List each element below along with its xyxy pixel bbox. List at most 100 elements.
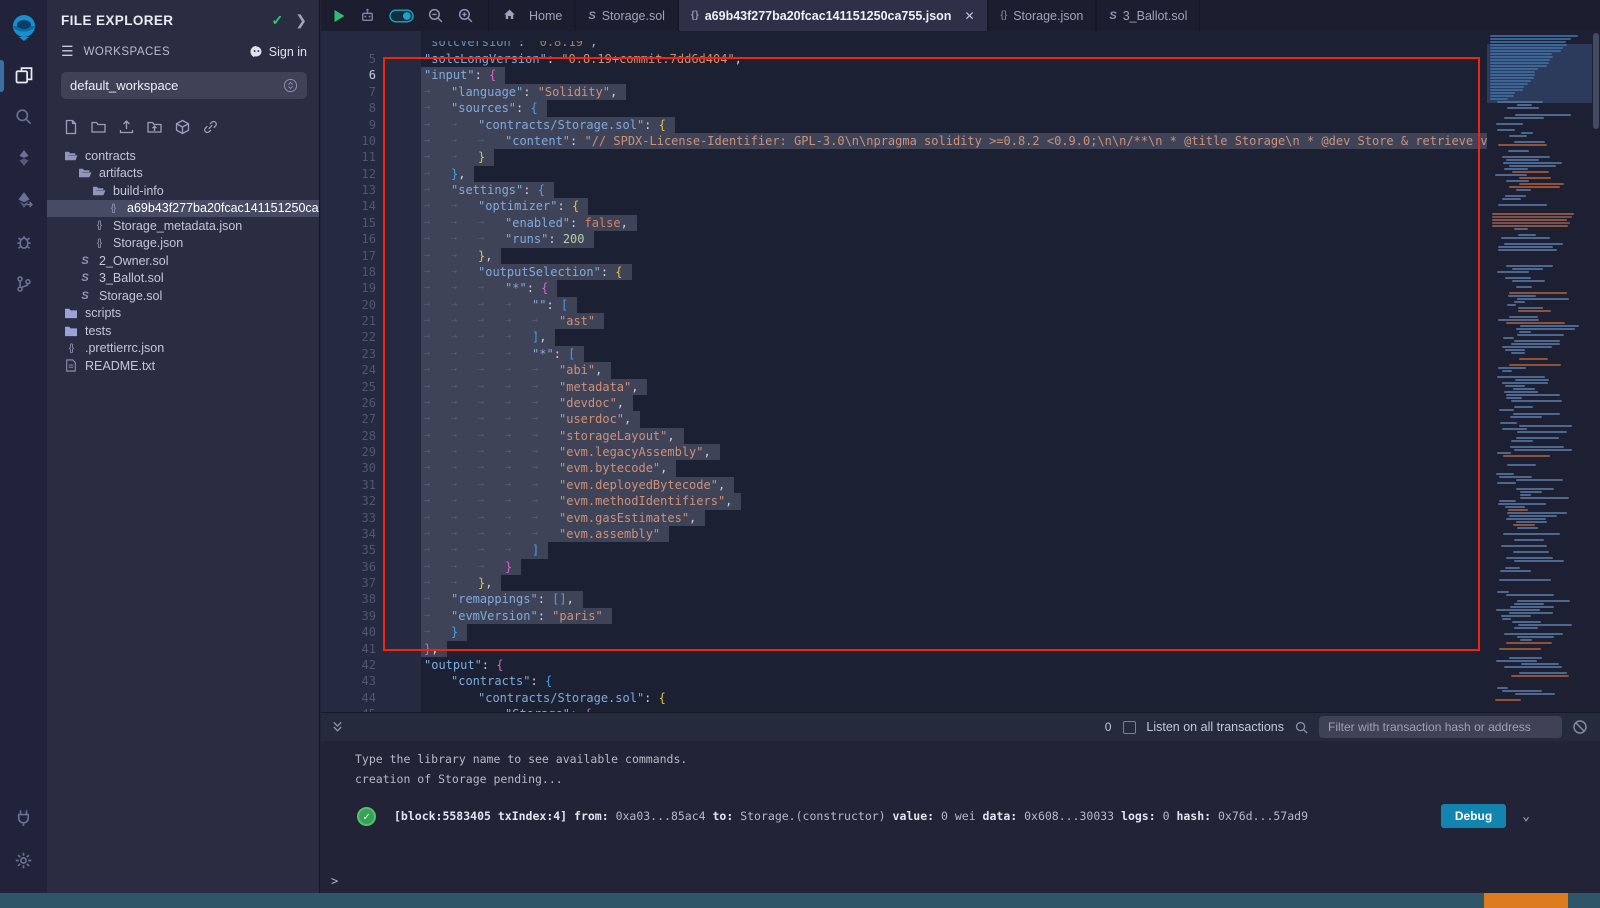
line-content: →→→"*": { [376, 280, 557, 296]
listen-all-checkbox[interactable] [1123, 721, 1136, 734]
code-line-27[interactable]: 27→→→→→"userdoc", [321, 411, 1600, 427]
code-line-40[interactable]: 40→} [321, 624, 1600, 640]
code-line-9[interactable]: 9→→"contracts/Storage.sol": { [321, 117, 1600, 133]
editor-scrollbar[interactable] [1592, 31, 1600, 712]
code-line-23[interactable]: 23→→→→"*": [ [321, 346, 1600, 362]
tab-storage-json[interactable]: {}Storage.json [988, 0, 1097, 31]
code-line-38[interactable]: 38→"remappings": [], [321, 591, 1600, 607]
code-line-35[interactable]: 35→→→→] [321, 542, 1600, 558]
expand-terminal-icon[interactable] [331, 720, 344, 734]
search-icon[interactable] [0, 99, 47, 133]
code-line-7[interactable]: 7→"language": "Solidity", [321, 84, 1600, 100]
file-explorer-icon[interactable] [0, 58, 47, 92]
tab-3-ballot-sol[interactable]: S3_Ballot.sol [1096, 0, 1200, 31]
zoom-out-icon[interactable] [427, 7, 444, 24]
code-line-16[interactable]: 16→→→"runs": 200 [321, 231, 1600, 247]
code-line-10[interactable]: 10→→→"content": "// SPDX-License-Identif… [321, 133, 1600, 149]
code-line-12[interactable]: 12→}, [321, 166, 1600, 182]
chevron-right-icon[interactable]: ❯ [295, 12, 307, 29]
tree-item-storage-metadata-json[interactable]: { }Storage_metadata.json [47, 217, 319, 235]
close-tab-icon[interactable]: ✕ [964, 9, 974, 23]
remix-ai-robot-icon[interactable] [359, 7, 376, 24]
transaction-row[interactable]: ✓ [block:5583405 txIndex:4] from: 0xa03.… [321, 804, 1600, 828]
code-line-43[interactable]: 43"contracts": { [321, 673, 1600, 689]
remix-logo-icon[interactable] [0, 10, 47, 44]
transaction-filter-input[interactable] [1319, 716, 1562, 738]
code-line-44[interactable]: 44"contracts/Storage.sol": { [321, 690, 1600, 706]
tree-item-tests[interactable]: tests [47, 322, 319, 340]
tree-item-readme-txt[interactable]: README.txt [47, 357, 319, 375]
tree-item-contracts[interactable]: contracts [47, 147, 319, 165]
code-line-34[interactable]: 34→→→→→"evm.assembly" [321, 526, 1600, 542]
clear-console-icon[interactable] [1572, 719, 1588, 735]
tree-item-artifacts[interactable]: artifacts [47, 165, 319, 183]
tab-home[interactable]: Home [488, 0, 575, 31]
new-file-icon[interactable] [63, 119, 79, 135]
code-line-22[interactable]: 22→→→→], [321, 329, 1600, 345]
minimap[interactable] [1487, 31, 1592, 712]
code-line-20[interactable]: 20→→→→"": [ [321, 297, 1600, 313]
debugger-icon[interactable] [0, 225, 47, 259]
code-line-21[interactable]: 21→→→→→"ast" [321, 313, 1600, 329]
code-line-19[interactable]: 19→→→"*": { [321, 280, 1600, 296]
tree-item-storage-json[interactable]: { }Storage.json [47, 235, 319, 253]
code-line-11[interactable]: 11→→} [321, 149, 1600, 165]
code-line-36[interactable]: 36→→→} [321, 559, 1600, 575]
code-line-24[interactable]: 24→→→→→"abi", [321, 362, 1600, 378]
tab-storage-sol[interactable]: SStorage.sol [575, 0, 678, 31]
code-line-30[interactable]: 30→→→→→"evm.bytecode", [321, 460, 1600, 476]
new-folder-icon[interactable] [90, 119, 107, 135]
scrollbar-thumb[interactable] [1593, 33, 1599, 129]
code-line-13[interactable]: 13→"settings": { [321, 182, 1600, 198]
code-line-25[interactable]: 25→→→→→"metadata", [321, 379, 1600, 395]
tree-item-a69b43f277ba20fcac141151250ca7-[interactable]: { }a69b43f277ba20fcac141151250ca7... [47, 200, 319, 218]
run-script-play-icon[interactable] [333, 9, 346, 23]
code-line-41[interactable]: 41}, [321, 641, 1600, 657]
cube-icon[interactable] [174, 119, 191, 135]
plugin-manager-icon[interactable] [0, 800, 47, 834]
code-lines[interactable]: "solcVersion": "0.8.19",5"solcLongVersio… [321, 41, 1600, 712]
code-line-4[interactable]: "solcVersion": "0.8.19", [321, 41, 1600, 51]
upload-file-icon[interactable] [118, 119, 135, 135]
tree-item--prettierrc-json[interactable]: { }.prettierrc.json [47, 340, 319, 358]
code-line-31[interactable]: 31→→→→→"evm.deployedBytecode", [321, 477, 1600, 493]
upload-folder-icon[interactable] [146, 119, 163, 135]
terminal-search-icon[interactable] [1294, 720, 1309, 735]
code-line-42[interactable]: 42"output": { [321, 657, 1600, 673]
sign-in-button[interactable]: Sign in [249, 45, 307, 59]
tree-item-3-ballot-sol[interactable]: S3_Ballot.sol [47, 270, 319, 288]
copilot-toggle[interactable] [389, 8, 414, 24]
code-line-18[interactable]: 18→→"outputSelection": { [321, 264, 1600, 280]
tree-item-build-info[interactable]: build-info [47, 182, 319, 200]
tree-item-2-owner-sol[interactable]: S2_Owner.sol [47, 252, 319, 270]
tree-item-scripts[interactable]: scripts [47, 305, 319, 323]
code-line-29[interactable]: 29→→→→→"evm.legacyAssembly", [321, 444, 1600, 460]
tab-a69b43f277ba20fcac141151250ca755-json[interactable]: {}a69b43f277ba20fcac141151250ca755.json✕ [678, 0, 988, 31]
tx-expand-chevron-icon[interactable]: ⌄ [1522, 809, 1530, 824]
code-line-14[interactable]: 14→→"optimizer": { [321, 198, 1600, 214]
debug-button[interactable]: Debug [1441, 804, 1506, 828]
solidity-compiler-icon[interactable] [0, 141, 47, 175]
link-icon[interactable] [202, 119, 219, 135]
deploy-and-run-icon[interactable] [0, 183, 47, 217]
code-line-5[interactable]: 5"solcLongVersion": "0.8.19+commit.7dd6d… [321, 51, 1600, 67]
code-line-6[interactable]: 6"input": { [321, 67, 1600, 83]
code-line-32[interactable]: 32→→→→→"evm.methodIdentifiers", [321, 493, 1600, 509]
code-line-8[interactable]: 8→"sources": { [321, 100, 1600, 116]
tab-whitespace-icon: → [451, 395, 478, 411]
code-line-17[interactable]: 17→→}, [321, 248, 1600, 264]
code-line-39[interactable]: 39→"evmVersion": "paris" [321, 608, 1600, 624]
workspace-dropdown[interactable]: default_workspace [61, 72, 307, 99]
settings-gear-icon[interactable] [0, 843, 47, 877]
git-icon[interactable] [0, 267, 47, 301]
code-editor[interactable]: "solcVersion": "0.8.19",5"solcLongVersio… [321, 31, 1600, 712]
code-line-33[interactable]: 33→→→→→"evm.gasEstimates", [321, 510, 1600, 526]
tree-item-storage-sol[interactable]: SStorage.sol [47, 287, 319, 305]
hamburger-menu-icon[interactable]: ☰ [61, 43, 74, 60]
code-line-26[interactable]: 26→→→→→"devdoc", [321, 395, 1600, 411]
zoom-in-icon[interactable] [457, 7, 474, 24]
code-line-28[interactable]: 28→→→→→"storageLayout", [321, 428, 1600, 444]
code-line-15[interactable]: 15→→→"enabled": false, [321, 215, 1600, 231]
code-line-37[interactable]: 37→→}, [321, 575, 1600, 591]
terminal-prompt[interactable]: > [331, 874, 338, 888]
